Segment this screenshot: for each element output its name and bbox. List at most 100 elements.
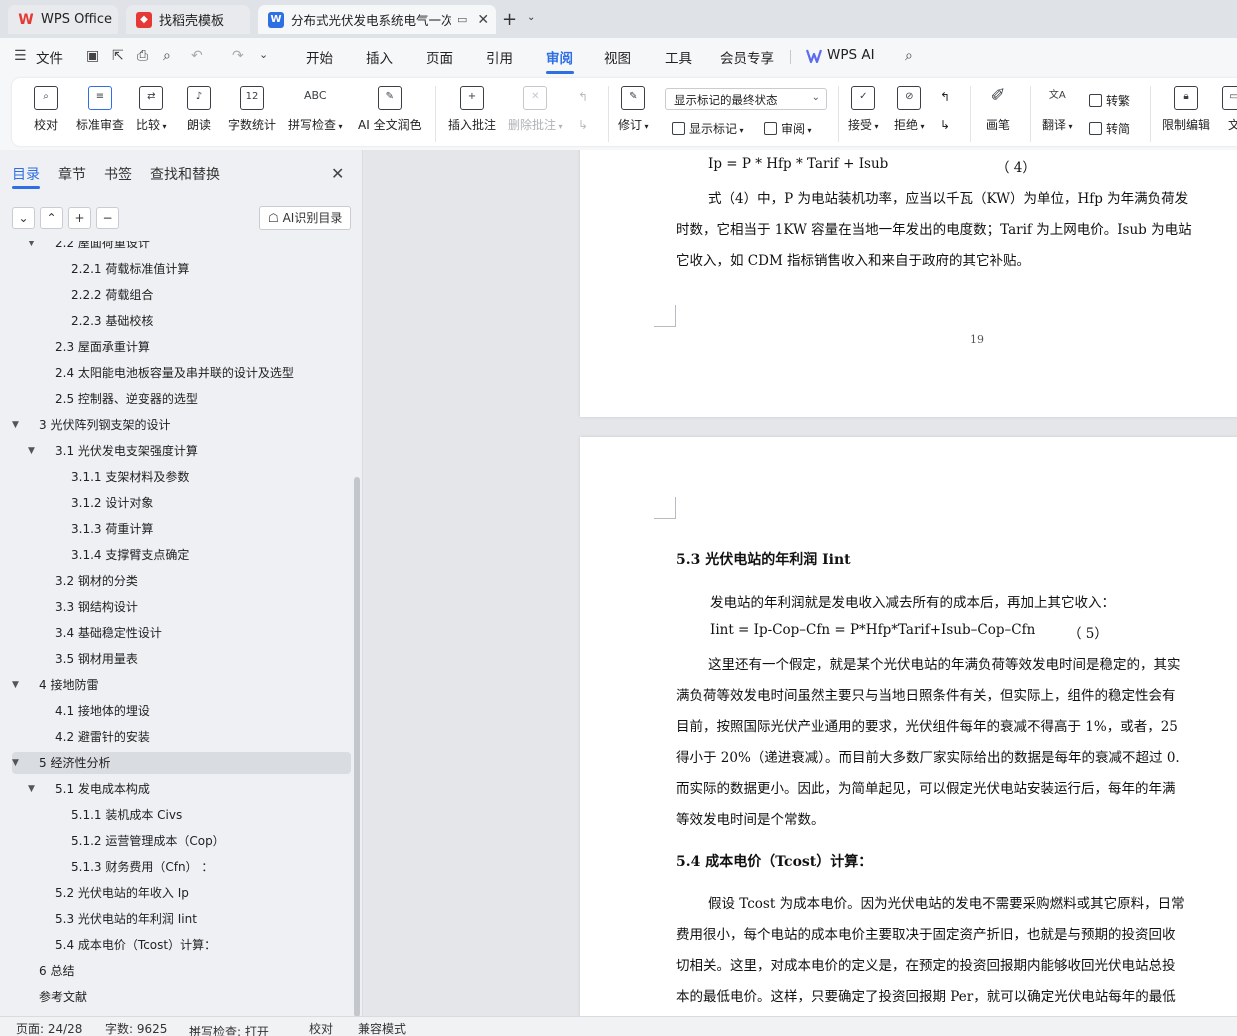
hamburger-icon[interactable]: ☰ <box>14 48 27 64</box>
standard-review-button[interactable]: ≡ 标准审查 <box>76 86 124 133</box>
markup-state-select[interactable]: 显示标记的最终状态 ⌄ <box>665 88 827 110</box>
toc-item[interactable]: 6 总结 <box>39 960 74 982</box>
nav-tab-chapters[interactable]: 章节 <box>58 164 86 184</box>
menu-wps-ai[interactable]: WPS AI <box>827 47 875 63</box>
menu-tools[interactable]: 工具 <box>665 47 692 67</box>
menu-references[interactable]: 引用 <box>486 47 513 67</box>
delete-comment-button[interactable]: ✕ 删除批注 ▾ <box>508 86 563 133</box>
read-aloud-button[interactable]: ♪ 朗读 <box>187 86 211 133</box>
next-comment-icon[interactable]: ↳ <box>578 118 588 132</box>
toc-item[interactable]: 5.1.3 财务费用（Cfn） ： <box>71 856 213 878</box>
accept-button[interactable]: ✓ 接受 ▾ <box>848 86 879 133</box>
chevron-down-icon[interactable]: ⌄ <box>527 12 535 23</box>
toc-item[interactable]: 2.2 屋面荷重设计 <box>55 241 150 254</box>
nav-tab-toc[interactable]: 目录 <box>12 164 40 184</box>
prev-comment-icon[interactable]: ↰ <box>578 90 588 104</box>
undo-icon[interactable]: ↶ <box>191 48 203 64</box>
save-icon[interactable]: ▣ <box>86 48 99 64</box>
expand-caret-icon[interactable]: ▼ <box>12 752 19 774</box>
close-icon[interactable]: ✕ <box>331 164 344 183</box>
restrict-edit-button[interactable]: 🔒︎ 限制编辑 <box>1162 86 1210 133</box>
toc-item[interactable]: 5.3 光伏电站的年利润 Iint <box>55 908 197 930</box>
toc-item[interactable]: 5 经济性分析 <box>39 752 110 774</box>
toc-item[interactable]: 3.5 钢材用量表 <box>55 648 138 670</box>
reject-button[interactable]: ⊘ 拒绝 ▾ <box>894 86 925 133</box>
menu-insert[interactable]: 插入 <box>366 47 393 67</box>
new-tab-icon[interactable]: + <box>502 9 517 30</box>
nav-tab-bookmarks[interactable]: 书签 <box>104 164 132 184</box>
document-canvas[interactable]: Ip = P * Hfp * Tarif + Isub （ 4） 式（4）中，P… <box>364 150 1237 1016</box>
status-page[interactable]: 页面: 24/28 <box>16 1020 82 1036</box>
word-count-button[interactable]: 12 字数统计 <box>228 86 276 133</box>
export-icon[interactable]: ⇱ <box>112 48 124 64</box>
tab-wps-office[interactable]: W WPS Office <box>8 5 118 34</box>
redo-icon[interactable]: ↷ <box>232 48 244 64</box>
ai-toc-button[interactable]: ☖ AI识别目录 <box>259 206 351 230</box>
toc-item[interactable]: 参考文献 <box>39 986 87 1008</box>
proofread-button[interactable]: ⌕ 校对 <box>34 86 58 133</box>
next-change-icon[interactable]: ↳ <box>940 118 950 132</box>
menu-member[interactable]: 会员专享 <box>720 47 774 67</box>
toc-item[interactable]: 2.5 控制器、逆变器的选型 <box>55 388 198 410</box>
toc-item[interactable]: 5.1.1 装机成本 Civs <box>71 804 182 826</box>
toc-item[interactable]: 2.2.2 荷载组合 <box>71 284 153 306</box>
doc-more-button[interactable]: ▭ 文 <box>1222 86 1237 133</box>
toc-item[interactable]: 2.3 屋面承重计算 <box>55 336 150 358</box>
toc-item[interactable]: 4 接地防雷 <box>39 674 98 696</box>
menu-file[interactable]: 文件 <box>36 47 63 67</box>
toc-item[interactable]: 5.1.2 运营管理成本（Cop） <box>71 830 225 852</box>
document-page[interactable]: Ip = P * Hfp * Tarif + Isub （ 4） 式（4）中，P… <box>580 150 1237 417</box>
expand-caret-icon[interactable]: ▼ <box>12 414 19 436</box>
toc-item[interactable]: 3.1.4 支撑臂支点确定 <box>71 544 189 566</box>
compare-button[interactable]: ⇄ 比较 ▾ <box>136 86 167 133</box>
expand-caret-icon[interactable]: ▼ <box>28 241 35 254</box>
toc-item[interactable]: 5.4 成本电价（Tcost）计算： <box>55 934 216 956</box>
add-heading-button[interactable]: + <box>68 207 91 229</box>
menu-home[interactable]: 开始 <box>306 47 333 67</box>
prev-change-icon[interactable]: ↰ <box>940 90 950 104</box>
status-word-count[interactable]: 字数: 9625 <box>105 1020 167 1036</box>
screen-icon[interactable]: ▭ <box>457 13 467 26</box>
menu-review[interactable]: 审阅 <box>546 47 573 67</box>
toc-item[interactable]: 4.1 接地体的埋设 <box>55 700 150 722</box>
toc-item[interactable]: 3.1.1 支架材料及参数 <box>71 466 189 488</box>
menu-view[interactable]: 视图 <box>604 47 631 67</box>
document-page[interactable]: 5.3 光伏电站的年利润 Iint 发电站的年利润就是发电收入减去所有的成本后，… <box>580 437 1237 1016</box>
toc-item[interactable]: 2.4 太阳能电池板容量及串并联的设计及选型 <box>55 362 294 384</box>
toc-item[interactable]: 2.2.1 荷载标准值计算 <box>71 258 189 280</box>
more-chevron-icon[interactable]: ⌄ <box>259 48 268 61</box>
menu-page[interactable]: 页面 <box>426 47 453 67</box>
spell-check-button[interactable]: ABC 拼写检查 ▾ <box>288 86 343 133</box>
translate-button[interactable]: 文A 翻译 ▾ <box>1042 86 1073 133</box>
toc-item[interactable]: 2.2.3 基础校核 <box>71 310 153 332</box>
close-tab-icon[interactable]: ✕ <box>477 12 489 28</box>
nav-tab-find-replace[interactable]: 查找和替换 <box>150 164 220 184</box>
search-icon[interactable]: ⌕ <box>905 48 913 64</box>
print-preview-icon[interactable]: ⌕ <box>163 48 171 64</box>
pen-button[interactable]: ✐ 画笔 <box>986 86 1010 133</box>
review-pane-button[interactable]: 审阅 ▾ <box>764 120 812 137</box>
to-traditional-button[interactable]: 转繁 <box>1089 92 1130 109</box>
tab-template[interactable]: ◆ 找稻壳模板 <box>126 5 250 34</box>
expand-caret-icon[interactable]: ▼ <box>28 778 35 800</box>
print-icon[interactable]: ⎙ <box>137 48 148 64</box>
toc-item[interactable]: 3.4 基础稳定性设计 <box>55 622 162 644</box>
toc-scrollbar-thumb[interactable] <box>354 477 360 1017</box>
status-proofread[interactable]: 校对 <box>309 1020 333 1036</box>
status-spell-check[interactable]: 拼写检查: 打开 ⌄ <box>189 1020 269 1036</box>
collapse-all-button[interactable]: ⌄ <box>12 207 35 229</box>
toc-item[interactable]: 4.2 避雷针的安装 <box>55 726 150 748</box>
toc-item[interactable]: 3.1 光伏发电支架强度计算 <box>55 440 198 462</box>
toc-item[interactable]: 3.1.3 荷重计算 <box>71 518 153 540</box>
toc-item[interactable]: 5.1 发电成本构成 <box>55 778 150 800</box>
toc-item[interactable]: 3 光伏阵列钢支架的设计 <box>39 414 170 436</box>
remove-heading-button[interactable]: − <box>96 207 119 229</box>
show-markup-button[interactable]: 显示标记 ▾ <box>672 120 744 137</box>
toc-item[interactable]: 3.2 钢材的分类 <box>55 570 138 592</box>
ai-polish-button[interactable]: ✎ AI 全文润色 <box>358 86 422 133</box>
to-simplified-button[interactable]: 转简 <box>1089 120 1130 137</box>
toc-item[interactable]: 5.2 光伏电站的年收入 Ip <box>55 882 189 904</box>
expand-caret-icon[interactable]: ▼ <box>12 674 19 696</box>
toc-item[interactable]: 3.3 钢结构设计 <box>55 596 138 618</box>
expand-up-button[interactable]: ⌃ <box>40 207 63 229</box>
